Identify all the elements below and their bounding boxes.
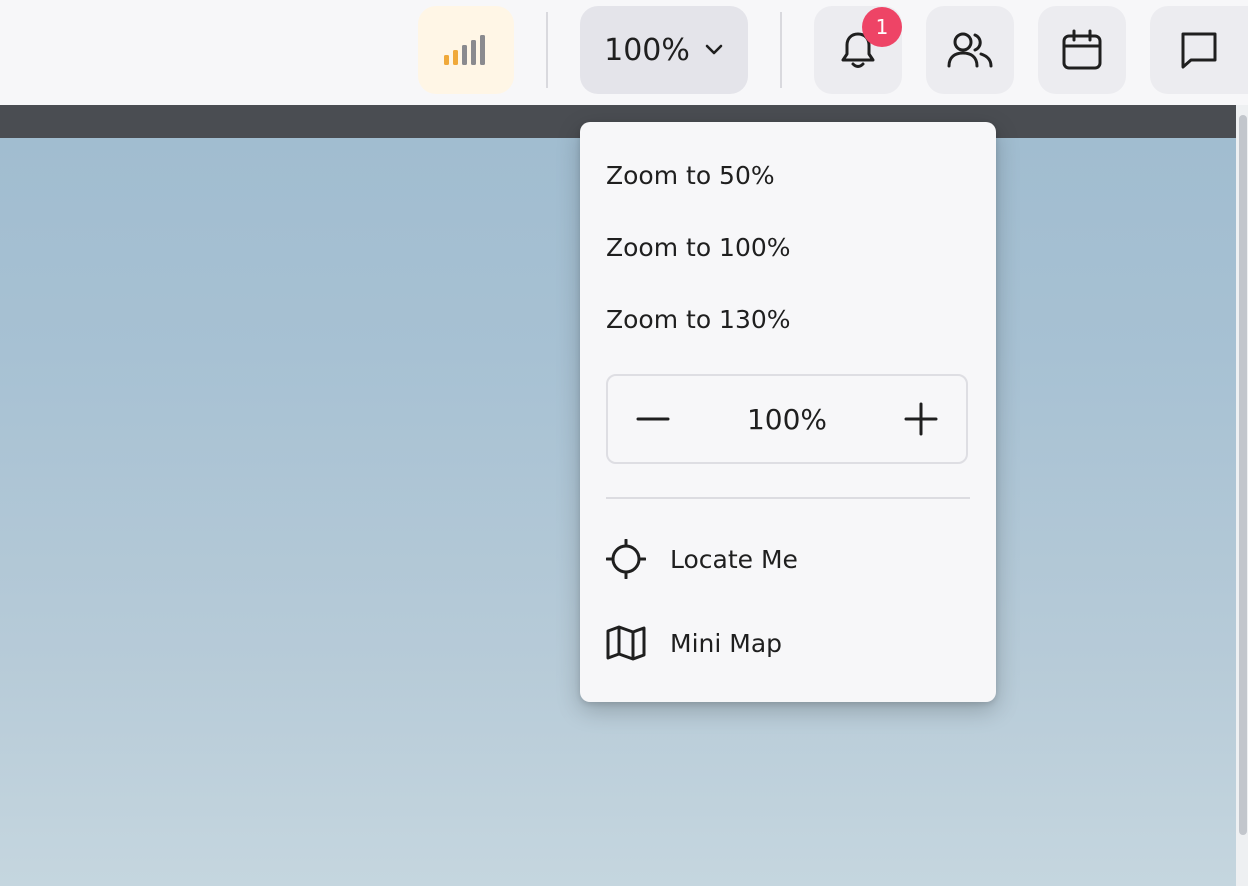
signal-strength-icon xyxy=(444,35,485,65)
mini-map-item[interactable]: Mini Map xyxy=(606,621,782,665)
users-icon xyxy=(947,32,993,68)
menu-divider xyxy=(606,497,970,499)
zoom-out-button[interactable] xyxy=(608,376,698,462)
app-window: 100% 1 Zoom to 50% Zoom to 100% Zoom to … xyxy=(0,0,1248,886)
chat-icon xyxy=(1181,32,1217,69)
toolbar-divider xyxy=(546,12,548,88)
zoom-dropdown-button[interactable]: 100% xyxy=(580,6,748,94)
people-button[interactable] xyxy=(926,6,1014,94)
scrollbar-thumb[interactable] xyxy=(1239,115,1247,835)
zoom-preset-100[interactable]: Zoom to 100% xyxy=(606,232,791,264)
connection-status-button[interactable] xyxy=(418,6,514,94)
minus-icon xyxy=(636,417,670,421)
calendar-button[interactable] xyxy=(1038,6,1126,94)
plus-icon xyxy=(904,402,938,436)
calendar-icon xyxy=(1062,29,1102,70)
zoom-stepper-value: 100% xyxy=(746,402,828,436)
vertical-scrollbar[interactable] xyxy=(1236,105,1248,886)
zoom-preset-130[interactable]: Zoom to 130% xyxy=(606,304,791,336)
map-icon xyxy=(606,625,646,661)
locate-me-label: Locate Me xyxy=(670,544,798,574)
chat-button[interactable] xyxy=(1150,6,1248,94)
mini-map-label: Mini Map xyxy=(670,628,783,658)
zoom-menu: Zoom to 50% Zoom to 100% Zoom to 130% 10… xyxy=(580,122,996,702)
locate-me-item[interactable]: Locate Me xyxy=(606,537,798,581)
zoom-in-button[interactable] xyxy=(876,376,966,462)
toolbar-divider xyxy=(780,12,782,88)
chevron-down-icon xyxy=(705,44,723,55)
top-toolbar: 100% 1 xyxy=(0,0,1248,105)
zoom-stepper: 100% xyxy=(606,374,968,464)
zoom-preset-50[interactable]: Zoom to 50% xyxy=(606,160,775,192)
crosshair-icon xyxy=(606,539,646,579)
zoom-level-label: 100% xyxy=(604,32,690,68)
notification-count-badge: 1 xyxy=(862,7,902,47)
